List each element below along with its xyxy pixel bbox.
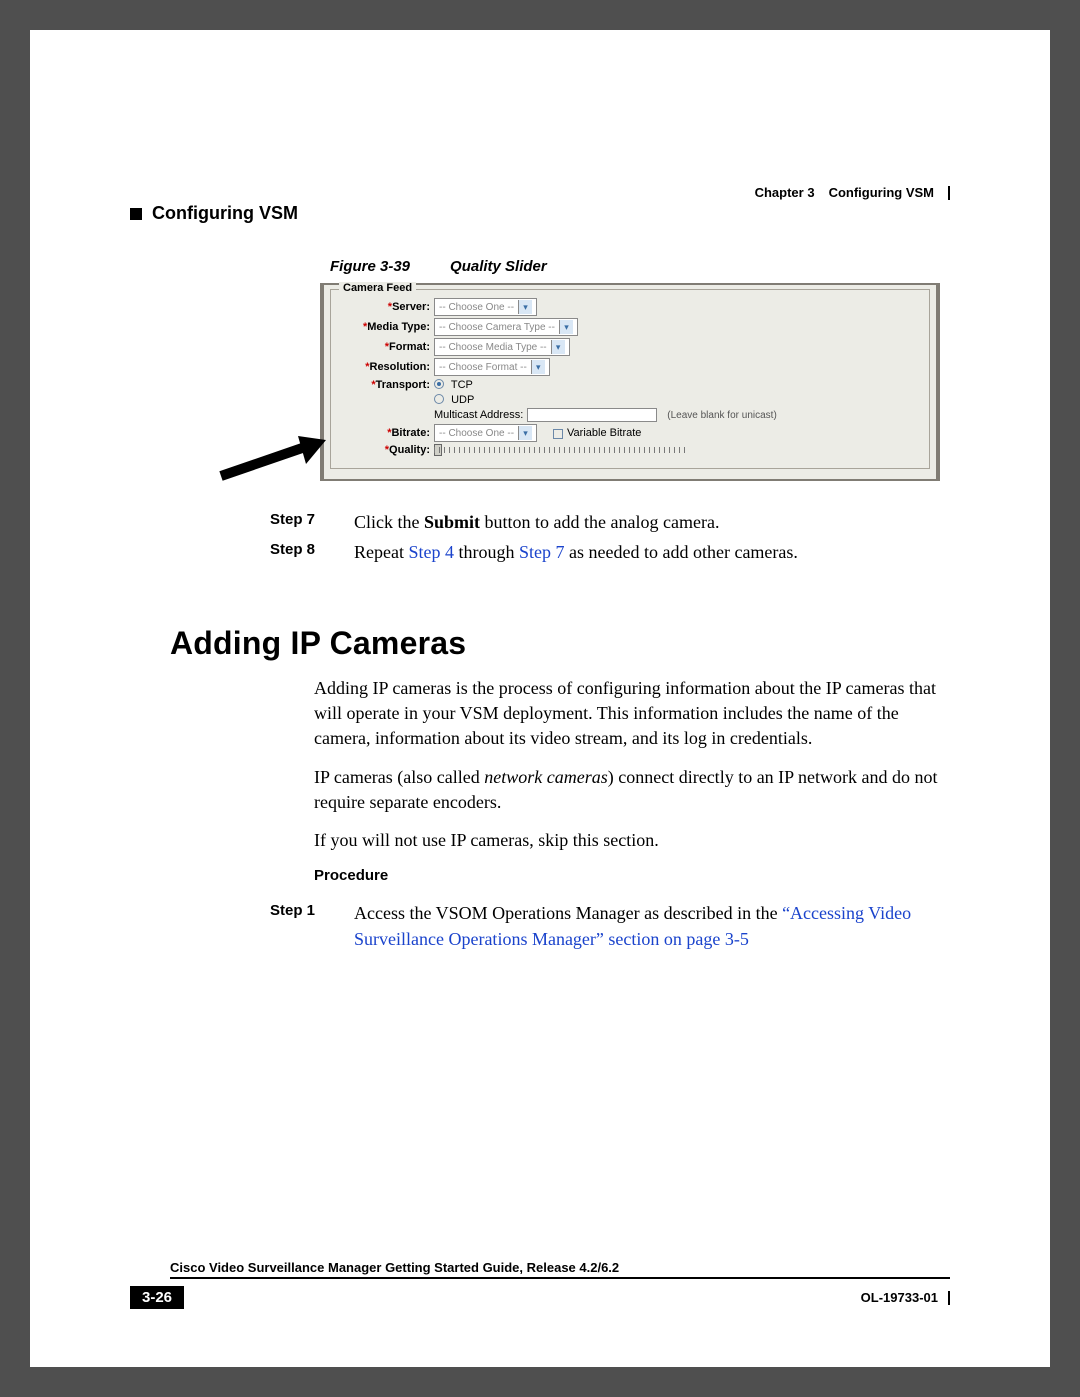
section-heading: Adding IP Cameras xyxy=(170,625,950,662)
figure-title: Quality Slider xyxy=(450,258,547,275)
label-transport: Transport: xyxy=(339,379,434,391)
running-head: Configuring VSM xyxy=(152,203,298,224)
figure-label: Figure 3-39 xyxy=(330,258,410,275)
quality-slider[interactable] xyxy=(434,447,694,455)
chevron-down-icon: ▾ xyxy=(531,360,545,374)
select-format[interactable]: -- Choose Media Type -- ▾ xyxy=(434,338,570,356)
label-media-type: Media Type: xyxy=(339,321,434,333)
select-server[interactable]: -- Choose One -- ▾ xyxy=(434,298,537,316)
chapter-label: Chapter 3 xyxy=(755,185,815,200)
body-paragraph: IP cameras (also called network cameras)… xyxy=(314,765,950,815)
step-8: Step 8 Repeat Step 4 through Step 7 as n… xyxy=(270,539,950,565)
multicast-hint: (Leave blank for unicast) xyxy=(667,410,777,421)
checkbox-variable-bitrate[interactable] xyxy=(553,429,563,439)
multicast-input[interactable] xyxy=(527,408,657,422)
fieldset-legend: Camera Feed xyxy=(339,282,416,294)
multicast-label: Multicast Address: xyxy=(434,409,523,421)
arrow-icon xyxy=(216,428,356,488)
page-number: 3-26 xyxy=(130,1286,184,1309)
procedure-heading: Procedure xyxy=(314,867,950,884)
figure-caption: Figure 3-39 Quality Slider xyxy=(330,258,950,275)
link-step-7[interactable]: Step 7 xyxy=(519,542,565,562)
label-format: Format: xyxy=(339,341,434,353)
step-1: Step 1 Access the VSOM Operations Manage… xyxy=(270,900,950,952)
select-bitrate[interactable]: -- Choose One -- ▾ xyxy=(434,424,537,442)
header-marker xyxy=(130,208,142,220)
chevron-down-icon: ▾ xyxy=(551,340,565,354)
step-label: Step 8 xyxy=(270,539,354,565)
radio-udp[interactable] xyxy=(434,394,444,404)
step-label: Step 1 xyxy=(270,900,354,952)
step-label: Step 7 xyxy=(270,509,354,535)
chevron-down-icon: ▾ xyxy=(518,300,532,314)
step-7: Step 7 Click the Submit button to add th… xyxy=(270,509,950,535)
body-paragraph: If you will not use IP cameras, skip thi… xyxy=(314,828,950,853)
footer-doc-title: Cisco Video Surveillance Manager Getting… xyxy=(170,1260,950,1279)
header-rule xyxy=(948,186,950,200)
doc-number: OL-19733-01 xyxy=(861,1290,938,1305)
label-resolution: Resolution: xyxy=(339,361,434,373)
select-resolution[interactable]: -- Choose Format -- ▾ xyxy=(434,358,550,376)
body-paragraph: Adding IP cameras is the process of conf… xyxy=(314,676,950,750)
radio-udp-label: UDP xyxy=(451,394,474,406)
label-server: Server: xyxy=(339,301,434,313)
chevron-down-icon: ▾ xyxy=(559,320,573,334)
chapter-title: Configuring VSM xyxy=(829,185,934,200)
variable-bitrate-label: Variable Bitrate xyxy=(567,427,641,439)
figure-quality-slider: Camera Feed Server: -- Choose One -- ▾ M… xyxy=(320,283,940,481)
link-step-4[interactable]: Step 4 xyxy=(408,542,454,562)
select-media-type[interactable]: -- Choose Camera Type -- ▾ xyxy=(434,318,578,336)
radio-tcp-label: TCP xyxy=(451,379,473,391)
chevron-down-icon: ▾ xyxy=(518,426,532,440)
radio-tcp[interactable] xyxy=(434,379,444,389)
footer-rule xyxy=(948,1291,950,1305)
